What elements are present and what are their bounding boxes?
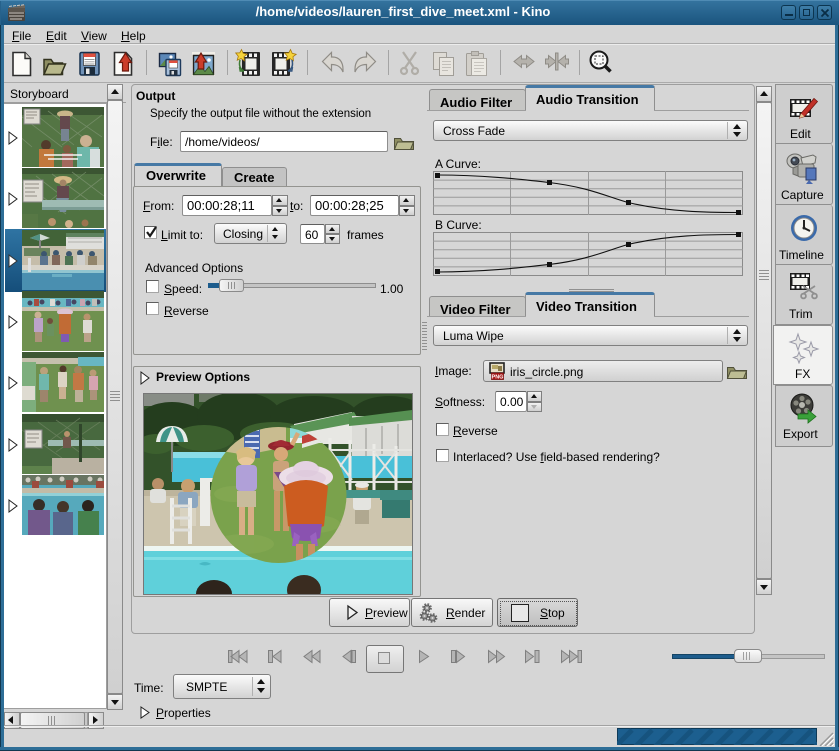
svg-text:PNG: PNG [492,375,504,381]
